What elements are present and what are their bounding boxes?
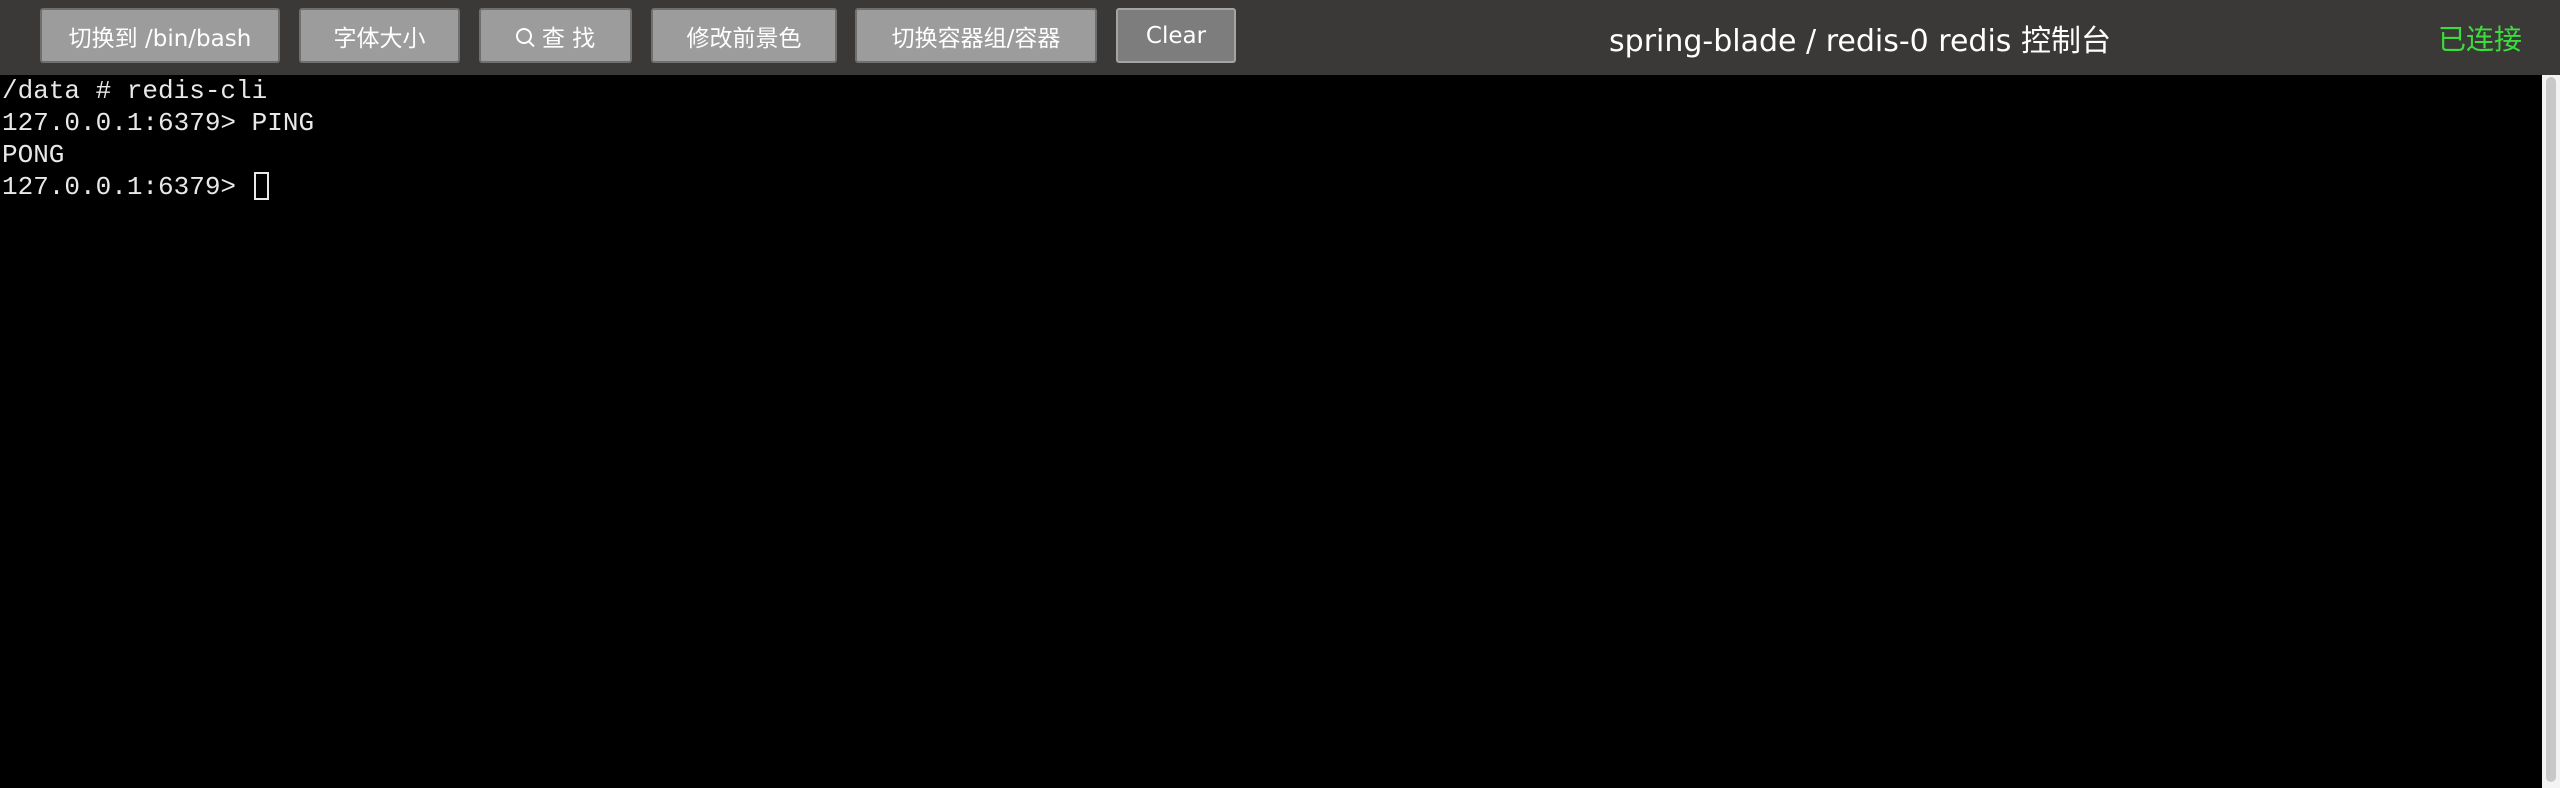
console-title: spring-blade / redis-0 redis 控制台	[1609, 23, 2111, 59]
switch-container-button[interactable]: 切换容器组/容器	[855, 8, 1097, 63]
switch-shell-label: 切换到 /bin/bash	[68, 25, 252, 52]
clear-button[interactable]: Clear	[1116, 8, 1236, 63]
font-size-label: 字体大小	[333, 25, 426, 52]
terminal-scrollbar[interactable]	[2542, 75, 2560, 788]
terminal-line: /data # redis-cli	[2, 76, 268, 106]
search-icon	[515, 27, 532, 44]
terminal-line: PONG	[2, 140, 65, 170]
font-size-button[interactable]: 字体大小	[299, 8, 460, 63]
switch-shell-button[interactable]: 切换到 /bin/bash	[40, 8, 280, 63]
foreground-color-button[interactable]: 修改前景色	[651, 8, 837, 63]
foreground-color-label: 修改前景色	[686, 25, 802, 52]
toolbar: 切换到 /bin/bash 字体大小 查 找 修改前景色 切换容器组/容器 Cl…	[0, 0, 2560, 75]
terminal-output[interactable]: /data # redis-cli 127.0.0.1:6379> PING P…	[0, 75, 2542, 788]
terminal-prompt: 127.0.0.1:6379>	[2, 172, 252, 202]
search-button[interactable]: 查 找	[479, 8, 632, 63]
terminal-prompt-line: 127.0.0.1:6379>	[2, 171, 2542, 203]
clear-label: Clear	[1145, 22, 1207, 49]
switch-container-label: 切换容器组/容器	[891, 25, 1061, 52]
terminal-cursor	[253, 172, 269, 200]
connection-status: 已连接	[2437, 22, 2522, 56]
scrollbar-thumb[interactable]	[2546, 77, 2556, 782]
terminal-line: 127.0.0.1:6379> PING	[2, 108, 315, 138]
search-label: 查 找	[541, 25, 596, 52]
